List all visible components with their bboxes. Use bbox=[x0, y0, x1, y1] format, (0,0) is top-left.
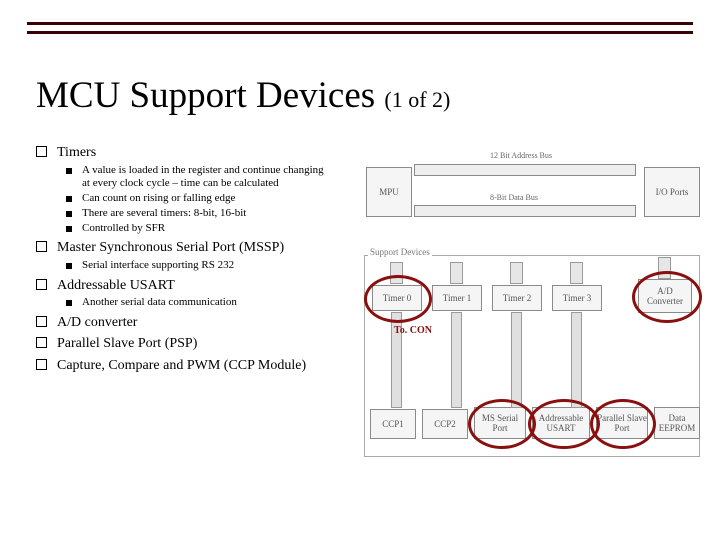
sub-bullet: Another serial data communication bbox=[66, 296, 356, 310]
bullet-psp: Parallel Slave Port (PSP) bbox=[36, 335, 356, 353]
square-bullet-icon bbox=[36, 337, 47, 348]
bullet-label: Capture, Compare and PWM (CCP Module) bbox=[57, 357, 306, 375]
slide-title: MCU Support Devices (1 of 2) bbox=[36, 74, 450, 117]
arrow-icon bbox=[450, 262, 463, 284]
data-bus bbox=[414, 205, 636, 217]
sub-label: A value is loaded in the register and co… bbox=[82, 164, 332, 192]
down-arrow-icon bbox=[451, 312, 462, 408]
bullet-mssp: Master Synchronous Serial Port (MSSP) bbox=[36, 239, 356, 257]
sub-bullet: Controlled by SFR bbox=[66, 222, 356, 236]
down-arrow-icon bbox=[571, 312, 582, 408]
square-dot-icon bbox=[66, 226, 72, 232]
highlight-circle-ms bbox=[468, 399, 536, 449]
square-bullet-icon bbox=[36, 146, 47, 157]
title-sub: (1 of 2) bbox=[384, 87, 450, 112]
square-bullet-icon bbox=[36, 241, 47, 252]
sub-label: Can count on rising or falling edge bbox=[82, 192, 235, 206]
highlight-circle-psp bbox=[590, 399, 656, 449]
sub-label: There are several timers: 8-bit, 16-bit bbox=[82, 207, 246, 221]
square-dot-icon bbox=[66, 196, 72, 202]
mpu-box: MPU bbox=[366, 167, 412, 217]
highlight-circle-adc bbox=[632, 271, 702, 323]
support-label: Support Devices bbox=[368, 247, 432, 257]
text-body: Timers A value is loaded in the register… bbox=[36, 140, 356, 376]
title-rule bbox=[27, 22, 693, 34]
bullet-usart: Addressable USART bbox=[36, 277, 356, 295]
io-box: I/O Ports bbox=[644, 167, 700, 217]
arrow-icon bbox=[570, 262, 583, 284]
arrow-icon bbox=[510, 262, 523, 284]
sub-label: Another serial data communication bbox=[82, 296, 237, 310]
box-label: Timer 2 bbox=[503, 293, 531, 303]
box-label: CCP1 bbox=[382, 419, 404, 429]
timer1-box: Timer 1 bbox=[432, 285, 482, 311]
square-dot-icon bbox=[66, 211, 72, 217]
bullet-adc: A/D converter bbox=[36, 314, 356, 332]
bullet-label: Master Synchronous Serial Port (MSSP) bbox=[57, 239, 284, 257]
eeprom-box: Data EEPROM bbox=[654, 407, 700, 439]
addr-label: 12 Bit Address Bus bbox=[490, 151, 552, 160]
bullet-ccp: Capture, Compare and PWM (CCP Module) bbox=[36, 357, 356, 375]
square-dot-icon bbox=[66, 263, 72, 269]
box-label: Timer 1 bbox=[443, 293, 471, 303]
square-bullet-icon bbox=[36, 316, 47, 327]
box-label: MPU bbox=[379, 187, 399, 197]
bullet-label: Parallel Slave Port (PSP) bbox=[57, 335, 197, 353]
square-bullet-icon bbox=[36, 359, 47, 370]
down-arrow-icon bbox=[511, 312, 522, 408]
square-dot-icon bbox=[66, 300, 72, 306]
sub-label: Serial interface supporting RS 232 bbox=[82, 259, 234, 273]
square-dot-icon bbox=[66, 168, 72, 174]
timer3-box: Timer 3 bbox=[552, 285, 602, 311]
addr-bus bbox=[414, 164, 636, 176]
tocon-label: To. CON bbox=[394, 325, 432, 336]
sub-bullet: Serial interface supporting RS 232 bbox=[66, 259, 356, 273]
sub-bullet: There are several timers: 8-bit, 16-bit bbox=[66, 207, 356, 221]
highlight-circle-timer0 bbox=[364, 275, 432, 323]
title-main: MCU Support Devices bbox=[36, 75, 384, 116]
data-label: 8-Bit Data Bus bbox=[490, 193, 538, 202]
sub-label: Controlled by SFR bbox=[82, 222, 165, 236]
bullet-label: A/D converter bbox=[57, 314, 137, 332]
ccp1-box: CCP1 bbox=[370, 409, 416, 439]
ccp2-box: CCP2 bbox=[422, 409, 468, 439]
timer2-box: Timer 2 bbox=[492, 285, 542, 311]
block-diagram: MPU 12 Bit Address Bus 8-Bit Data Bus I/… bbox=[360, 147, 704, 477]
bullet-timers: Timers bbox=[36, 144, 356, 162]
box-label: Timer 3 bbox=[563, 293, 591, 303]
box-label: I/O Ports bbox=[656, 187, 689, 197]
sub-bullet: Can count on rising or falling edge bbox=[66, 192, 356, 206]
square-bullet-icon bbox=[36, 279, 47, 290]
box-label: Data EEPROM bbox=[655, 413, 699, 433]
sub-bullet: A value is loaded in the register and co… bbox=[66, 164, 356, 192]
bullet-label: Timers bbox=[57, 144, 96, 162]
bullet-label: Addressable USART bbox=[57, 277, 175, 295]
slide: MCU Support Devices (1 of 2) Timers A va… bbox=[0, 0, 720, 540]
box-label: CCP2 bbox=[434, 419, 456, 429]
